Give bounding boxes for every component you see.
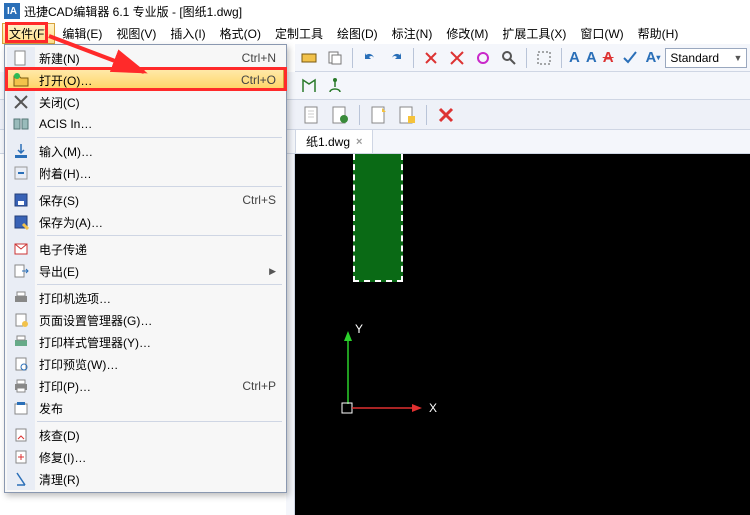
toolbar-btn-undo-icon[interactable] [359, 47, 381, 69]
repair-icon [13, 449, 29, 465]
canvas-gutter [286, 154, 295, 515]
ucs-x-axis-icon [338, 399, 428, 419]
file-menu-plot-styles[interactable]: 打印样式管理器(Y)… [7, 331, 284, 353]
file-menu-audit[interactable]: 核查(D) [7, 424, 284, 446]
menu-modify[interactable]: 修改(M) [439, 23, 495, 44]
file-menu-printer-options[interactable]: 打印机选项… [7, 287, 284, 309]
text-style-value: Standard [670, 51, 719, 65]
print-preview-icon [13, 356, 29, 372]
menu-edit[interactable]: 编辑(E) [55, 23, 109, 44]
page-setup-icon [13, 312, 29, 328]
close-icon [13, 94, 29, 110]
green-rectangle-object[interactable] [353, 154, 403, 282]
attach-icon [13, 165, 29, 181]
print-icon [13, 378, 29, 394]
toolbar3-close-icon[interactable] [435, 104, 457, 126]
toolbar-btn-text-check-icon[interactable] [619, 47, 641, 69]
file-menu-etransmit[interactable]: 电子传递 [7, 238, 284, 260]
file-menu-new[interactable]: 新建(N) Ctrl+N [7, 47, 284, 69]
file-menu-open[interactable]: 打开(O)… Ctrl+O [7, 69, 284, 91]
file-menu-repair[interactable]: 修复(I)… [7, 446, 284, 468]
menu-bar: 文件(F) 编辑(E) 视图(V) 插入(I) 格式(O) 定制工具 绘图(D)… [0, 22, 750, 44]
save-icon [13, 192, 29, 208]
etransmit-icon [13, 241, 29, 257]
toolbar3-doc-icon-2[interactable] [329, 104, 351, 126]
file-menu-save[interactable]: 保存(S) Ctrl+S [7, 189, 284, 211]
toolbar2-icon-1[interactable] [298, 75, 320, 97]
file-menu-save-as[interactable]: 保存为(A)… [7, 211, 284, 233]
text-style-dropdown[interactable]: Standard ▼ [665, 48, 747, 68]
menu-custom-tools[interactable]: 定制工具 [268, 23, 330, 44]
toolbar3-doc-icon-3[interactable] [368, 104, 390, 126]
menu-insert[interactable]: 插入(I) [163, 23, 212, 44]
toolbar-btn-text-strike-icon[interactable]: A [602, 47, 615, 69]
toolbar3-doc-icon-4[interactable] [396, 104, 418, 126]
window-title: 迅捷CAD编辑器 6.1 专业版 - [图纸1.dwg] [24, 3, 242, 20]
menu-file[interactable]: 文件(F) [2, 23, 55, 44]
cleanup-icon [13, 471, 29, 487]
file-menu-input[interactable]: 输入(M)… [7, 140, 284, 162]
ucs-y-axis-icon [338, 329, 368, 409]
acis-icon [13, 116, 29, 132]
toolbar-btn-text-a3-icon[interactable]: A▾ [645, 47, 662, 69]
file-menu-print-preview[interactable]: 打印预览(W)… [7, 353, 284, 375]
save-as-icon [13, 214, 29, 230]
menu-window[interactable]: 窗口(W) [573, 23, 630, 44]
new-file-icon [13, 50, 29, 66]
menu-annotate[interactable]: 标注(N) [385, 23, 440, 44]
menu-help[interactable]: 帮助(H) [631, 23, 686, 44]
toolbar2-icon-2[interactable] [324, 75, 346, 97]
toolbar-btn-text-a1-icon[interactable]: A [568, 47, 581, 69]
app-icon: IA [4, 3, 20, 19]
file-menu-publish[interactable]: 发布 [7, 397, 284, 419]
import-icon [13, 143, 29, 159]
toolbar-btn-copy-icon[interactable] [324, 47, 346, 69]
file-menu-attach[interactable]: 附着(H)… [7, 162, 284, 184]
toolbar-btn-select-icon[interactable] [533, 47, 555, 69]
toolbar3-doc-icon-1[interactable] [301, 104, 323, 126]
export-icon [13, 263, 29, 279]
toolbar-btn-redo-icon[interactable] [385, 47, 407, 69]
toolbar-btn-text-a2-icon[interactable]: A [585, 47, 598, 69]
ucs-x-label: X [429, 401, 437, 415]
file-menu-close[interactable]: 关闭(C) [7, 91, 284, 113]
toolbar-btn-delete-icon[interactable] [446, 47, 468, 69]
file-menu-acis[interactable]: ACIS In… [7, 113, 284, 135]
toolbar-btn-find-icon[interactable] [498, 47, 520, 69]
menu-format[interactable]: 格式(O) [213, 23, 268, 44]
document-tab[interactable]: 纸1.dwg × [295, 129, 373, 153]
toolbar-btn-lock-icon[interactable] [472, 47, 494, 69]
document-tab-label: 纸1.dwg [306, 133, 350, 150]
title-bar: IA 迅捷CAD编辑器 6.1 专业版 - [图纸1.dwg] [0, 0, 750, 22]
menu-extension-tools[interactable]: 扩展工具(X) [495, 23, 573, 44]
menu-draw[interactable]: 绘图(D) [330, 23, 385, 44]
document-tab-close-icon[interactable]: × [356, 136, 362, 148]
publish-icon [13, 400, 29, 416]
file-menu-dropdown: 新建(N) Ctrl+N 打开(O)… Ctrl+O 关闭(C) ACIS In… [4, 44, 287, 493]
menu-view[interactable]: 视图(V) [109, 23, 163, 44]
toolbar-btn-layers-icon[interactable] [298, 47, 320, 69]
ucs-y-label: Y [355, 322, 363, 336]
audit-icon [13, 427, 29, 443]
drawing-canvas[interactable]: Y X [295, 154, 750, 515]
toolbar-btn-cut-icon[interactable] [420, 47, 442, 69]
file-menu-export[interactable]: 导出(E) ▶ [7, 260, 284, 282]
file-menu-page-setup[interactable]: 页面设置管理器(G)… [7, 309, 284, 331]
open-folder-icon [13, 72, 29, 88]
file-menu-cleanup[interactable]: 清理(R) [7, 468, 284, 490]
file-menu-print[interactable]: 打印(P)… Ctrl+P [7, 375, 284, 397]
printer-icon [13, 290, 29, 306]
plot-style-icon [13, 334, 29, 350]
